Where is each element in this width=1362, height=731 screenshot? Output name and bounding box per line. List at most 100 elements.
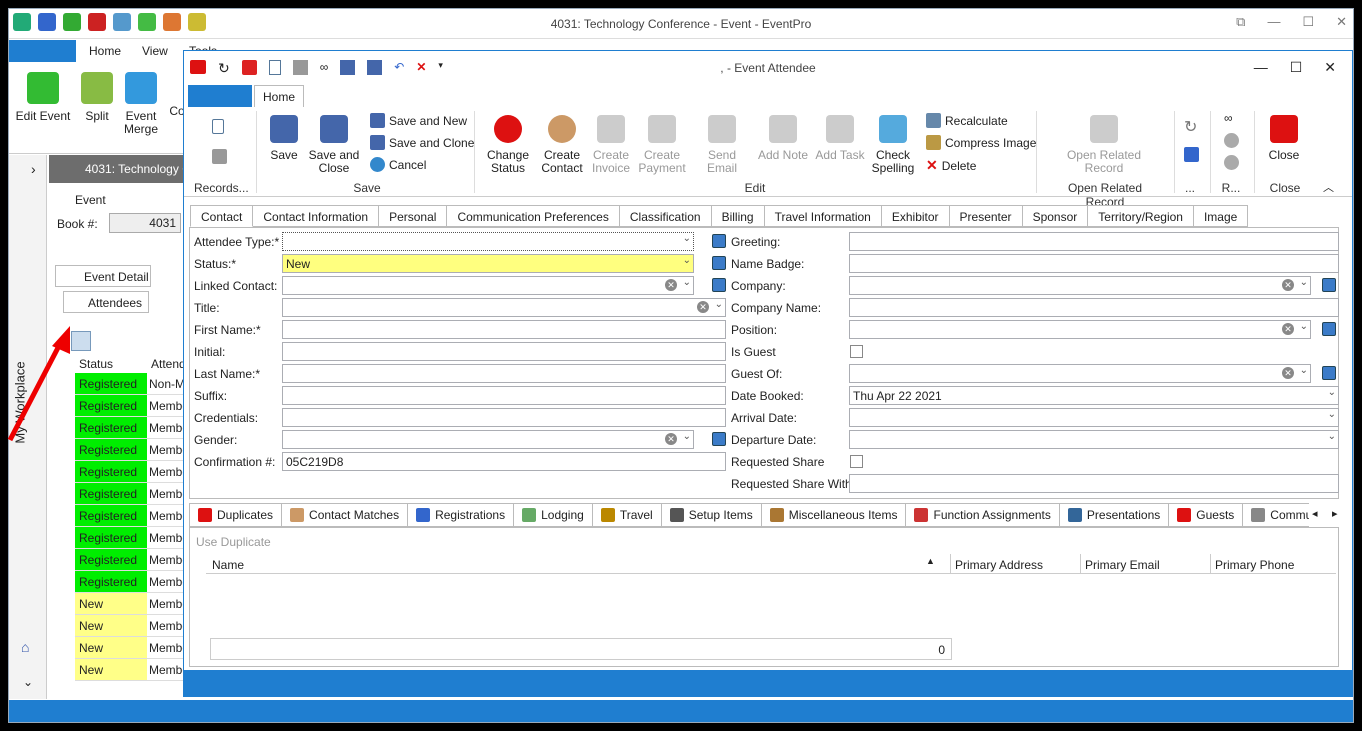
clear-icon[interactable]: ✕ — [665, 279, 677, 291]
book-field[interactable]: 4031 — [109, 213, 181, 233]
save-and-close-button[interactable]: Save and Close — [308, 111, 360, 175]
split-button[interactable]: Split — [77, 68, 117, 123]
main-tab-view[interactable]: View — [142, 44, 168, 58]
bottom-tab-registrations[interactable]: Registrations — [408, 503, 515, 527]
chevron-down-icon[interactable]: ⌄ — [683, 233, 691, 244]
field-gender[interactable]: ✕ ⌄ — [282, 430, 694, 449]
lookup-icon[interactable] — [712, 278, 726, 292]
field-attendee-type[interactable]: ⌄ — [282, 232, 694, 251]
field-departure-date[interactable]: ⌄ — [849, 430, 1339, 449]
app-menu-button[interactable] — [9, 40, 76, 62]
lookup-icon[interactable] — [1322, 366, 1336, 380]
form-tab-exhibitor[interactable]: Exhibitor — [881, 205, 950, 227]
col-primary-address[interactable]: Primary Address — [950, 554, 1047, 574]
form-tab-contact-information[interactable]: Contact Information — [253, 205, 380, 227]
field-status[interactable]: New ⌄ — [282, 254, 694, 273]
checkbox-is-guest[interactable] — [850, 345, 863, 358]
dlg-minimize-icon[interactable]: — — [1254, 59, 1268, 76]
clear-icon[interactable]: ✕ — [697, 301, 709, 313]
chevron-down-icon[interactable]: ⌄ — [1328, 409, 1336, 420]
form-tab-personal[interactable]: Personal — [379, 205, 448, 227]
lookup-icon[interactable] — [712, 432, 726, 446]
save-button[interactable]: Save — [264, 111, 304, 162]
bottom-tab-duplicates[interactable]: Duplicates — [189, 503, 283, 527]
recalculate-button[interactable]: Recalculate — [926, 113, 1008, 128]
col-primary-phone[interactable]: Primary Phone — [1210, 554, 1298, 574]
dlg-app-menu[interactable] — [188, 85, 252, 107]
field-initial[interactable] — [282, 342, 726, 361]
col-status[interactable]: Status — [79, 357, 113, 371]
bottom-tab-miscellaneous-items[interactable]: Miscellaneous Items — [761, 503, 907, 527]
form-tab-contact[interactable]: Contact — [190, 205, 254, 227]
field-greeting[interactable] — [849, 232, 1339, 251]
bottom-tab-communicati[interactable]: Communicati — [1243, 503, 1309, 527]
bottom-tab-contact-matches[interactable]: Contact Matches — [282, 503, 409, 527]
clear-icon[interactable]: ✕ — [665, 433, 677, 445]
form-tab-sponsor[interactable]: Sponsor — [1022, 205, 1089, 227]
lookup-icon[interactable] — [712, 234, 726, 248]
delete-button[interactable]: ✕ Delete — [926, 157, 976, 174]
chevron-right-icon[interactable]: › — [31, 161, 36, 177]
main-maximize-icon[interactable]: ☐ — [1302, 14, 1314, 30]
edit-event-button[interactable]: Edit Event — [15, 68, 71, 123]
chevron-down-icon[interactable]: ⌄ — [683, 277, 691, 288]
chevron-down-icon[interactable]: ⌄ — [715, 299, 723, 310]
home-icon[interactable]: ⌂ — [21, 639, 29, 655]
bottom-tab-setup-items[interactable]: Setup Items — [661, 503, 762, 527]
dlg-tab-home[interactable]: Home — [254, 85, 304, 107]
add-task-button[interactable]: Add Task — [814, 111, 866, 162]
form-tab-classification[interactable]: Classification — [619, 205, 712, 227]
doc-tab[interactable]: 4031: Technology Conference — [49, 155, 189, 183]
bottom-tab-presentations[interactable]: Presentations — [1059, 503, 1170, 527]
field-suffix[interactable] — [282, 386, 726, 405]
create-invoice-button[interactable]: Create Invoice — [588, 111, 634, 175]
chevron-down-icon[interactable]: ⌄ — [1328, 431, 1336, 442]
create-payment-button[interactable]: Create Payment — [636, 111, 688, 175]
bottom-tab-function-assignments[interactable]: Function Assignments — [906, 503, 1060, 527]
field-last-name[interactable] — [282, 364, 726, 383]
records-new-icon[interactable] — [212, 119, 224, 134]
field-requested-share-with[interactable] — [849, 474, 1339, 493]
field-guest-of[interactable]: ✕ ⌄ — [849, 364, 1311, 383]
field-first-name[interactable] — [282, 320, 726, 339]
field-title[interactable]: ✕ ⌄ — [282, 298, 726, 317]
col-attendee[interactable]: Attend — [151, 357, 186, 371]
down-icon[interactable] — [1224, 155, 1239, 170]
up-icon[interactable] — [1224, 133, 1239, 148]
find-icon[interactable]: ∞ — [1224, 111, 1233, 125]
change-status-button[interactable]: Change Status — [482, 111, 534, 175]
create-contact-button[interactable]: Create Contact — [538, 111, 586, 175]
cancel-button[interactable]: Cancel — [370, 157, 426, 172]
chevron-down-icon[interactable]: ⌄ — [1328, 387, 1336, 398]
main-restore-icon[interactable]: ⧉ — [1236, 14, 1245, 30]
field-date-booked[interactable]: Thu Apr 22 2021 ⌄ — [849, 386, 1339, 405]
lookup-icon[interactable] — [1322, 278, 1336, 292]
dlg-close-icon[interactable]: ✕ — [1324, 59, 1336, 76]
help-button[interactable] — [1184, 147, 1199, 162]
bottom-tab-travel[interactable]: Travel — [592, 503, 662, 527]
send-email-button[interactable]: Send Email — [692, 111, 752, 175]
col-name[interactable]: Name — [212, 558, 244, 572]
field-confirmation[interactable]: 05C219D8 — [282, 452, 726, 471]
field-name-badge[interactable] — [849, 254, 1339, 273]
lookup-icon[interactable] — [712, 256, 726, 270]
chevron-down-icon[interactable]: ⌄ — [683, 255, 691, 266]
save-and-clone-button[interactable]: Save and Clone — [370, 135, 474, 150]
add-note-button[interactable]: Add Note — [756, 111, 810, 162]
event-merge-button[interactable]: Event Merge — [121, 68, 161, 136]
col-primary-email[interactable]: Primary Email — [1080, 554, 1164, 574]
tab-attendees[interactable]: Attendees — [63, 291, 149, 313]
use-duplicate-button[interactable]: Use Duplicate — [196, 535, 271, 549]
records-clone-icon[interactable] — [212, 149, 227, 164]
clear-icon[interactable]: ✕ — [1282, 279, 1294, 291]
main-close-icon[interactable]: ✕ — [1336, 14, 1347, 30]
save-and-new-button[interactable]: Save and New — [370, 113, 467, 128]
lookup-icon[interactable] — [1322, 322, 1336, 336]
refresh-button[interactable]: ↻ — [1184, 117, 1197, 137]
form-tab-travel-information[interactable]: Travel Information — [764, 205, 882, 227]
dlg-maximize-icon[interactable]: ☐ — [1290, 59, 1303, 76]
field-linked-contact[interactable]: ✕ ⌄ — [282, 276, 694, 295]
form-tab-presenter[interactable]: Presenter — [949, 205, 1023, 227]
form-tab-territory-region[interactable]: Territory/Region — [1088, 205, 1194, 227]
chevron-down-icon[interactable]: ⌄ — [1300, 277, 1308, 288]
